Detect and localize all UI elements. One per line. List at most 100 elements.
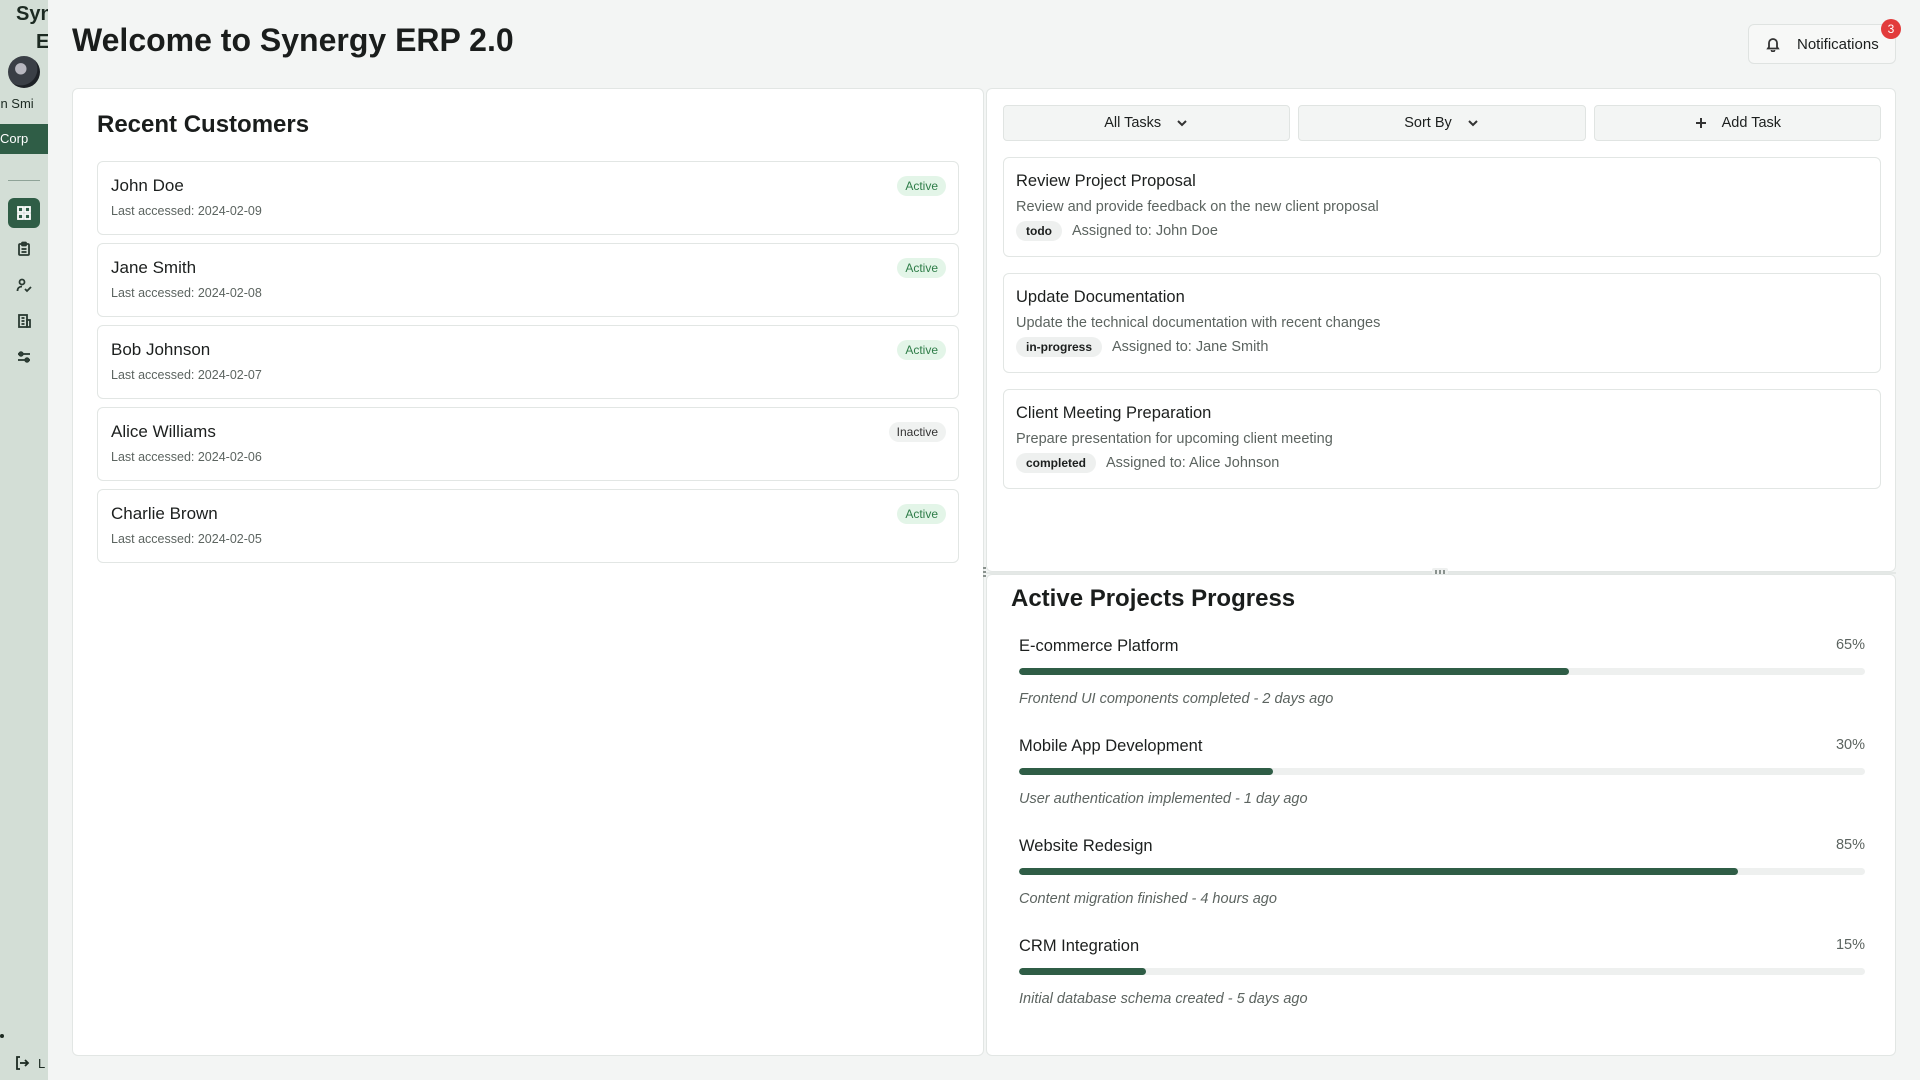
project-name: Website Redesign <box>1019 837 1153 855</box>
task-description: Review and provide feedback on the new c… <box>1016 199 1379 215</box>
logout-label: L <box>38 1055 46 1071</box>
progress-bar-fill <box>1019 668 1569 675</box>
notifications-count-badge: 3 <box>1881 19 1901 39</box>
active-projects-panel: Active Projects Progress E-commerce Plat… <box>986 574 1896 1056</box>
task-status-badge: in-progress <box>1016 337 1103 357</box>
notifications-label: Notifications <box>1797 35 1879 53</box>
bell-icon <box>1766 38 1780 52</box>
avatar[interactable] <box>8 56 40 88</box>
task-status-badge: todo <box>1016 221 1062 241</box>
page-title: Welcome to Synergy ERP 2.0 <box>72 22 514 58</box>
sidebar-item-companies[interactable] <box>8 306 40 336</box>
project-name: E-commerce Platform <box>1019 637 1179 655</box>
chevron-down-icon <box>1468 120 1478 127</box>
org-selector[interactable]: Corp <box>0 124 48 154</box>
customer-card[interactable]: Alice Williams Last accessed: 2024-02-06… <box>97 407 959 481</box>
project-percent: 15% <box>1835 937 1865 953</box>
project-percent: 65% <box>1835 637 1865 653</box>
project-list: E-commerce Platform 65% Frontend UI comp… <box>1019 637 1865 1037</box>
sidebar-item-dashboard[interactable] <box>8 198 40 228</box>
add-task-label: Add Task <box>1721 115 1782 131</box>
brand-logo: Syn E <box>16 0 48 56</box>
project-item: Mobile App Development 30% User authenti… <box>1019 737 1865 837</box>
sidebar-item-settings[interactable] <box>8 342 40 372</box>
customer-last-accessed: Last accessed: 2024-02-08 <box>111 286 262 300</box>
customer-card[interactable]: John Doe Last accessed: 2024-02-09 Activ… <box>97 161 959 235</box>
project-update-note: Frontend UI components completed - 2 day… <box>1019 691 1334 707</box>
customer-last-accessed: Last accessed: 2024-02-09 <box>111 204 262 218</box>
user-name: ohn Smi <box>0 96 34 111</box>
project-item: E-commerce Platform 65% Frontend UI comp… <box>1019 637 1865 737</box>
customer-name: Alice Williams <box>111 422 216 441</box>
settings-sliders-icon <box>18 351 30 363</box>
status-badge: Active <box>897 258 946 278</box>
building-icon <box>18 314 31 328</box>
customer-last-accessed: Last accessed: 2024-02-06 <box>111 450 262 464</box>
customer-card[interactable]: Charlie Brown Last accessed: 2024-02-05 … <box>97 489 959 563</box>
active-projects-title: Active Projects Progress <box>1011 585 1296 612</box>
status-badge: Inactive <box>888 422 946 442</box>
dashboard-icon <box>17 206 31 220</box>
task-assignee: Assigned to: John Doe <box>1072 223 1218 239</box>
customer-name: Charlie Brown <box>111 504 218 523</box>
task-card[interactable]: Review Project Proposal Review and provi… <box>1003 157 1881 257</box>
project-item: CRM Integration 15% Initial database sch… <box>1019 937 1865 1037</box>
project-percent: 85% <box>1835 837 1865 853</box>
task-card[interactable]: Update Documentation Update the technica… <box>1003 273 1881 373</box>
task-meta: in-progress Assigned to: Jane Smith <box>1016 337 1868 357</box>
progress-bar-fill <box>1019 968 1146 975</box>
clipboard-icon <box>18 241 30 256</box>
sidebar-divider <box>8 180 40 181</box>
sidebar-item-tasks[interactable] <box>8 234 40 264</box>
task-assignee: Assigned to: Jane Smith <box>1112 339 1269 355</box>
task-meta: todo Assigned to: John Doe <box>1016 221 1868 241</box>
customer-last-accessed: Last accessed: 2024-02-05 <box>111 532 262 546</box>
plus-icon <box>1695 118 1706 128</box>
logout-button[interactable]: L <box>14 1055 45 1071</box>
status-badge: Active <box>897 340 946 360</box>
add-task-button[interactable]: Add Task <box>1593 105 1881 141</box>
customer-last-accessed: Last accessed: 2024-02-07 <box>111 368 262 382</box>
customer-name: John Doe <box>111 176 184 195</box>
recent-customers-title: Recent Customers <box>97 111 310 138</box>
task-sort-dropdown[interactable]: Sort By <box>1298 105 1586 141</box>
project-name: Mobile App Development <box>1019 737 1203 755</box>
task-description: Prepare presentation for upcoming client… <box>1016 431 1333 447</box>
progress-bar <box>1019 968 1865 975</box>
brand-line-1: Syn <box>16 3 48 25</box>
progress-bar <box>1019 868 1865 875</box>
chevron-down-icon <box>1177 120 1187 127</box>
recent-customers-panel: Recent Customers John Doe Last accessed:… <box>72 88 984 1056</box>
progress-bar-fill <box>1019 868 1739 875</box>
task-status-badge: completed <box>1016 453 1097 473</box>
project-update-note: Initial database schema created - 5 days… <box>1019 991 1308 1007</box>
customer-name: Bob Johnson <box>111 340 211 359</box>
progress-bar-fill <box>1019 768 1273 775</box>
project-item: Website Redesign 85% Content migration f… <box>1019 837 1865 937</box>
customer-list: John Doe Last accessed: 2024-02-09 Activ… <box>97 161 959 571</box>
sidebar: Syn E ohn Smi Corp L <box>0 0 48 1080</box>
task-title: Client Meeting Preparation <box>1016 404 1212 422</box>
task-card[interactable]: Client Meeting Preparation Prepare prese… <box>1003 389 1881 489</box>
tasks-panel: All Tasks Sort By Add Task Review Projec… <box>986 88 1896 572</box>
project-update-note: User authentication implemented - 1 day … <box>1019 791 1308 807</box>
status-badge: Active <box>897 504 946 524</box>
task-filter-dropdown[interactable]: All Tasks <box>1003 105 1291 141</box>
logout-icon <box>16 1056 30 1070</box>
notifications-button[interactable]: Notifications 3 <box>1748 19 1901 64</box>
project-name: CRM Integration <box>1019 937 1140 955</box>
status-badge: Active <box>897 176 946 196</box>
customer-card[interactable]: Bob Johnson Last accessed: 2024-02-07 Ac… <box>97 325 959 399</box>
project-percent: 30% <box>1835 737 1865 753</box>
sidebar-item-users[interactable] <box>8 270 40 300</box>
users-icon <box>16 278 32 293</box>
task-description: Update the technical documentation with … <box>1016 315 1381 331</box>
task-filter-label: All Tasks <box>1104 115 1162 131</box>
progress-bar <box>1019 668 1865 675</box>
customer-name: Jane Smith <box>111 258 197 277</box>
customer-card[interactable]: Jane Smith Last accessed: 2024-02-08 Act… <box>97 243 959 317</box>
brand-line-2: E <box>36 31 48 53</box>
sidebar-dot <box>0 1034 4 1038</box>
task-sort-label: Sort By <box>1404 115 1452 131</box>
task-toolbar: All Tasks Sort By Add Task <box>1003 105 1881 141</box>
